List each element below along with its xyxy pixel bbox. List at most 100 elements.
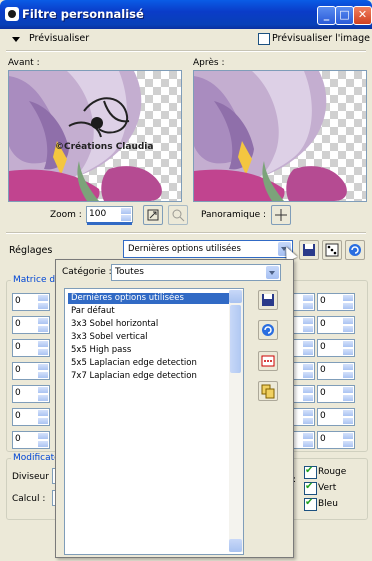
category-dropdown[interactable]: Toutes: [111, 264, 281, 281]
list-item[interactable]: 3x3 Sobel vertical: [68, 332, 148, 343]
spin-down-button[interactable]: [343, 441, 353, 447]
list-item[interactable]: 5x5 Laplacian edge detection: [68, 358, 197, 369]
zoom-down-button[interactable]: [121, 215, 131, 221]
popup-options-button[interactable]: [258, 351, 278, 371]
spin-down-button[interactable]: [343, 326, 353, 332]
zoom-input[interactable]: 100: [86, 206, 133, 225]
matrix-cell[interactable]: 0: [12, 385, 50, 403]
scroll-up-arrow-icon[interactable]: [229, 290, 242, 303]
spin-down-button[interactable]: [38, 395, 48, 401]
spin-up-button[interactable]: [303, 364, 313, 370]
matrix-cell[interactable]: [293, 362, 315, 380]
title-bar[interactable]: Filtre personnalisé _ □ ✕: [0, 0, 372, 29]
spin-up-button[interactable]: [343, 295, 353, 301]
matrix-cell[interactable]: [293, 339, 315, 357]
spin-up-button[interactable]: [38, 387, 48, 393]
spin-down-button[interactable]: [303, 349, 313, 355]
spin-up-button[interactable]: [343, 387, 353, 393]
spin-down-button[interactable]: [303, 418, 313, 424]
spin-up-button[interactable]: [38, 295, 48, 301]
matrix-cell[interactable]: 0: [12, 431, 50, 449]
spin-up-button[interactable]: [343, 341, 353, 347]
preset-list[interactable]: Dernières options utilisées Par défaut 3…: [64, 288, 244, 555]
zoom-actual-button[interactable]: [168, 205, 188, 225]
popup-reset-button[interactable]: [258, 320, 278, 340]
matrix-cell[interactable]: 0: [317, 362, 355, 380]
spin-down-button[interactable]: [38, 349, 48, 355]
after-preview-image[interactable]: [193, 70, 367, 202]
spin-down-button[interactable]: [303, 326, 313, 332]
spin-down-button[interactable]: [303, 441, 313, 447]
spin-down-button[interactable]: [38, 326, 48, 332]
spin-down-button[interactable]: [38, 372, 48, 378]
spin-up-button[interactable]: [303, 433, 313, 439]
spin-up-button[interactable]: [38, 318, 48, 324]
minimize-button[interactable]: _: [317, 6, 336, 25]
spin-up-button[interactable]: [303, 341, 313, 347]
collapse-arrow-icon[interactable]: [12, 37, 20, 42]
spin-down-button[interactable]: [343, 395, 353, 401]
spin-down-button[interactable]: [343, 418, 353, 424]
pan-button[interactable]: [271, 205, 291, 225]
maximize-button[interactable]: □: [335, 6, 354, 25]
random-preset-button[interactable]: [322, 240, 342, 260]
spin-up-button[interactable]: [38, 433, 48, 439]
close-button[interactable]: ✕: [353, 6, 372, 25]
spin-down-button[interactable]: [303, 303, 313, 309]
list-item[interactable]: Par défaut: [68, 306, 115, 317]
spin-down-button[interactable]: [38, 418, 48, 424]
matrix-cell[interactable]: 0: [317, 339, 355, 357]
spin-down-button[interactable]: [343, 349, 353, 355]
popup-save-button[interactable]: [258, 290, 278, 310]
matrix-cell[interactable]: 0: [317, 431, 355, 449]
matrix-cell[interactable]: [293, 316, 315, 334]
blue-checkbox[interactable]: [304, 497, 317, 511]
list-item[interactable]: 7x7 Laplacian edge detection: [68, 371, 197, 382]
spin-up-button[interactable]: [38, 341, 48, 347]
spin-up-button[interactable]: [303, 410, 313, 416]
zoom-up-button[interactable]: [121, 208, 131, 214]
list-item[interactable]: Dernières options utilisées: [68, 293, 229, 304]
spin-down-button[interactable]: [343, 372, 353, 378]
matrix-cell[interactable]: [293, 408, 315, 426]
image-preview-checkbox[interactable]: [258, 33, 270, 45]
matrix-cell[interactable]: 0: [12, 408, 50, 426]
before-preview-image[interactable]: ©Créations Claudia: [8, 70, 182, 202]
scroll-thumb[interactable]: [230, 305, 241, 373]
spin-up-button[interactable]: [343, 318, 353, 324]
matrix-cell[interactable]: 0: [12, 293, 50, 311]
spin-up-button[interactable]: [343, 433, 353, 439]
list-item[interactable]: 5x5 High pass: [68, 345, 131, 356]
spin-down-button[interactable]: [38, 441, 48, 447]
matrix-cell[interactable]: 0: [12, 316, 50, 334]
spin-up-button[interactable]: [38, 410, 48, 416]
preview-toggle-label[interactable]: Prévisualiser: [29, 33, 89, 44]
spin-down-button[interactable]: [303, 395, 313, 401]
reset-preset-button[interactable]: [345, 240, 365, 260]
matrix-cell[interactable]: [293, 293, 315, 311]
spin-up-button[interactable]: [303, 318, 313, 324]
spin-up-button[interactable]: [38, 364, 48, 370]
matrix-cell[interactable]: 0: [12, 339, 50, 357]
matrix-cell[interactable]: 0: [317, 408, 355, 426]
spin-down-button[interactable]: [343, 303, 353, 309]
matrix-cell[interactable]: [293, 385, 315, 403]
save-preset-button[interactable]: [299, 240, 319, 260]
matrix-cell[interactable]: 0: [12, 362, 50, 380]
spin-up-button[interactable]: [343, 364, 353, 370]
matrix-cell[interactable]: [293, 431, 315, 449]
preset-dropdown[interactable]: Dernières options utilisées: [123, 240, 293, 258]
zoom-slider-bar[interactable]: [87, 222, 132, 225]
list-scrollbar[interactable]: [229, 290, 243, 552]
chevron-down-icon[interactable]: [266, 266, 279, 279]
zoom-fit-button[interactable]: [143, 205, 163, 225]
green-checkbox[interactable]: [304, 481, 317, 495]
popup-copy-button[interactable]: [258, 381, 278, 401]
red-checkbox[interactable]: [304, 465, 317, 479]
spin-down-button[interactable]: [38, 303, 48, 309]
matrix-cell[interactable]: 0: [317, 316, 355, 334]
spin-up-button[interactable]: [343, 410, 353, 416]
matrix-cell[interactable]: 0: [317, 385, 355, 403]
spin-up-button[interactable]: [303, 387, 313, 393]
list-item[interactable]: 3x3 Sobel horizontal: [68, 319, 158, 330]
